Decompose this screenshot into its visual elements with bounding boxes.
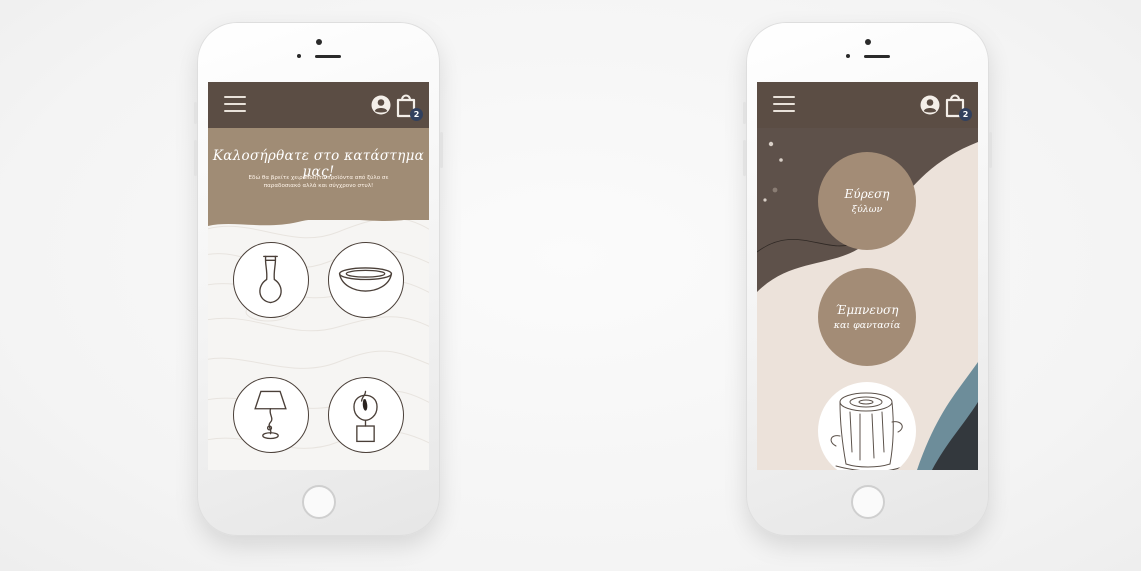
power-button: [989, 132, 992, 168]
speaker-grille: [314, 54, 341, 58]
power-button: [440, 132, 443, 168]
category-inspiration[interactable]: Έμπνευση και φαντασία: [818, 268, 916, 366]
phone-mockup-right: Εύρεση ξύλων Έμπνευση και φαντασία 2: [743, 22, 992, 536]
category-title-line2: και φαντασία: [833, 319, 901, 331]
hamburger-menu-icon[interactable]: [224, 96, 246, 112]
camera-dot: [296, 54, 301, 58]
screen-categories: Εύρεση ξύλων Έμπνευση και φαντασία 2: [757, 82, 978, 470]
product-category-lamps[interactable]: [233, 377, 309, 453]
bowl-icon: [338, 267, 393, 292]
app-header: 2: [208, 82, 429, 128]
product-category-bowls[interactable]: [328, 242, 404, 318]
home-button: [301, 485, 336, 519]
earpiece: [845, 52, 890, 60]
product-category-candle-holders[interactable]: [328, 377, 404, 453]
category-title-line2: ξύλων: [851, 203, 883, 215]
candle-holder-icon: [353, 390, 378, 443]
lamp-icon: [254, 390, 287, 440]
welcome-subtitle: Εδώ θα βρείτε χειροποίητα προϊόντα από ξ…: [248, 175, 389, 189]
user-account-icon[interactable]: [371, 95, 391, 115]
volume-down-button: [194, 140, 197, 176]
phone-mockup-left: Καλοσήρθατε στο κατάστημα μας! Εδώ θα βρ…: [194, 22, 443, 536]
category-title-line1: Εύρεση: [844, 186, 890, 201]
earpiece: [296, 52, 341, 60]
vase-icon: [259, 255, 282, 304]
front-sensor: [315, 39, 322, 45]
category-wood-finding[interactable]: Εύρεση ξύλων: [818, 152, 916, 250]
category-title-line1: Έμπνευση: [835, 302, 899, 317]
banner-wave: [208, 208, 429, 226]
volume-down-button: [743, 140, 746, 176]
user-account-icon[interactable]: [920, 95, 940, 115]
hamburger-menu-icon[interactable]: [773, 96, 795, 112]
camera-dot: [845, 54, 850, 58]
app-header: 2: [757, 82, 978, 128]
category-wood-photo[interactable]: [818, 382, 916, 470]
cart-count-badge: 2: [959, 108, 972, 121]
home-button: [850, 485, 885, 519]
cart-count-badge: 2: [410, 108, 423, 121]
product-category-vases[interactable]: [233, 242, 309, 318]
volume-up-button: [743, 102, 746, 124]
tree-stump-icon: [830, 392, 905, 470]
screen-home: Καλοσήρθατε στο κατάστημα μας! Εδώ θα βρ…: [208, 82, 429, 470]
volume-up-button: [194, 102, 197, 124]
speaker-grille: [863, 54, 890, 58]
mockup-background: Καλοσήρθατε στο κατάστημα μας! Εδώ θα βρ…: [0, 0, 1141, 571]
front-sensor: [864, 39, 871, 45]
